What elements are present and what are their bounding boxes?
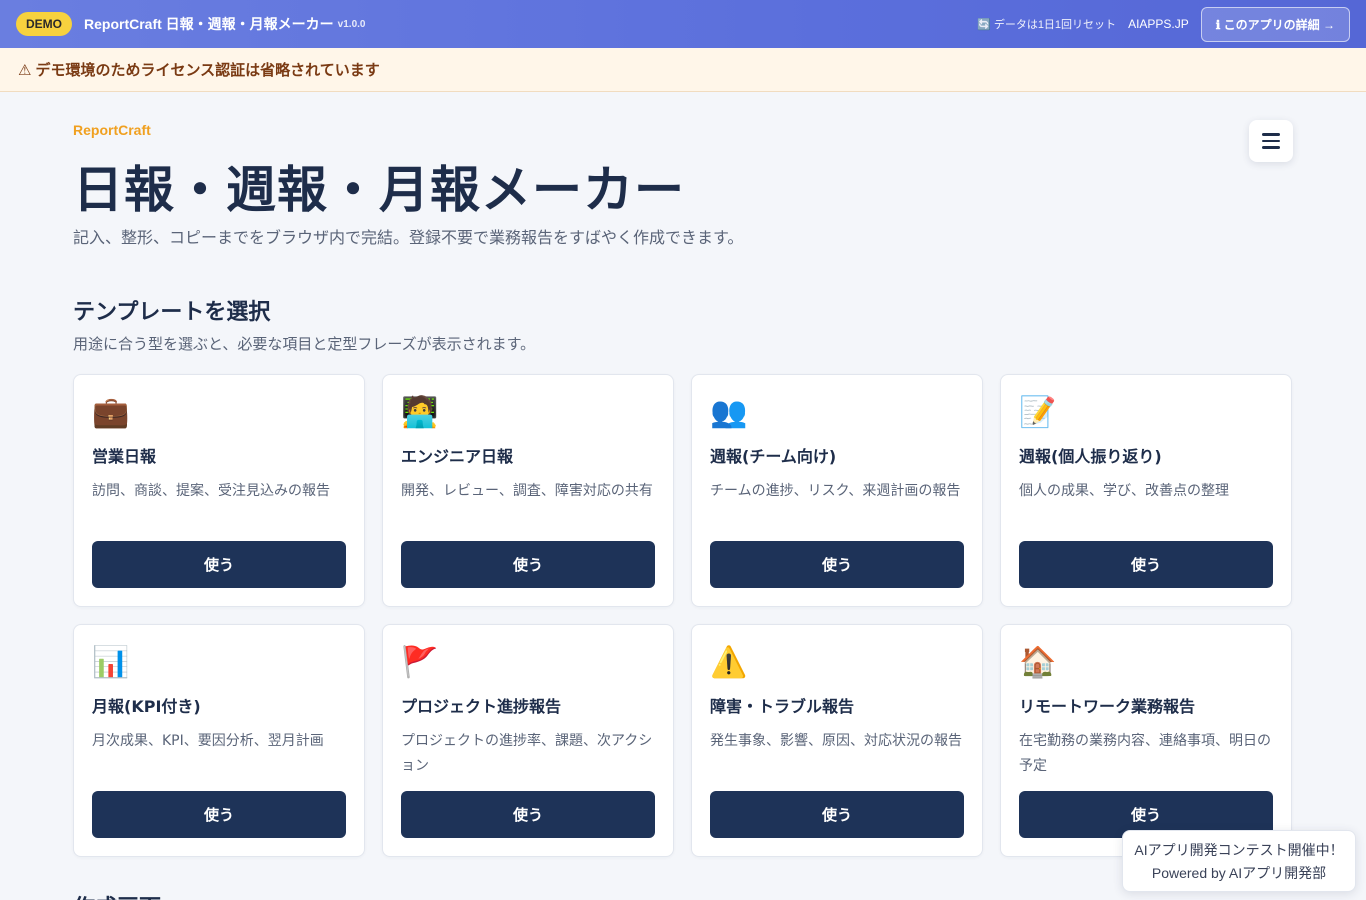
template-card-description: チームの進捗、リスク、来週計画の報告 (710, 483, 961, 499)
app-title: ReportCraft 日報・週報・月報メーカー (84, 16, 334, 32)
template-card-team-weekly: 👥 週報(チーム向け) チームの進捗、リスク、来週計画の報告 使う (691, 374, 983, 607)
page-subtitle: 記入、整形、コピーまでをブラウザ内で完結。登録不要で業務報告をすばやく作成できま… (73, 228, 744, 247)
reset-note: 🔄 データは1日1回リセット (977, 19, 1117, 31)
topbar-right: 🔄 データは1日1回リセット AIAPPS.JP ℹ このアプリの詳細 → (977, 6, 1350, 42)
demo-badge: DEMO (16, 12, 72, 36)
template-card-title: 営業日報 (92, 447, 157, 466)
technologist-icon: 🧑‍💻 (401, 395, 439, 430)
brand-label: ReportCraft (73, 122, 151, 138)
use-template-button[interactable]: 使う (92, 791, 346, 838)
people-icon: 👥 (710, 395, 748, 430)
template-card-description: 月次成果、KPI、要因分析、翌月計画 (92, 733, 324, 749)
template-card-sales-daily: 💼 営業日報 訪問、商談、提案、受注見込みの報告 使う (73, 374, 365, 607)
bar-chart-icon: 📊 (92, 645, 130, 680)
contest-banner[interactable]: AIアプリ開発コンテスト開催中！ Powered by AIアプリ開発部 (1122, 830, 1356, 892)
template-card-engineer-daily: 🧑‍💻 エンジニア日報 開発、レビュー、調査、障害対応の共有 使う (382, 374, 674, 607)
memo-icon: 📝 (1019, 395, 1057, 430)
app-version: v1.0.0 (337, 18, 366, 30)
house-icon: 🏠 (1019, 645, 1057, 680)
use-template-button[interactable]: 使う (401, 791, 655, 838)
template-card-title: リモートワーク業務報告 (1019, 697, 1196, 716)
template-card-project-progress: 🚩 プロジェクト進捗報告 プロジェクトの進捗率、課題、次アクション 使う (382, 624, 674, 857)
template-grid: 💼 営業日報 訪問、商談、提案、受注見込みの報告 使う 🧑‍💻 エンジニア日報 … (73, 374, 1293, 857)
demo-notice: ⚠ デモ環境のためライセンス認証は省略されています (0, 48, 1366, 92)
top-bar: DEMO ReportCraft 日報・週報・月報メーカー v1.0.0 🔄 デ… (0, 0, 1366, 48)
template-card-title: プロジェクト進捗報告 (401, 697, 562, 716)
template-card-personal-weekly: 📝 週報(個人振り返り) 個人の成果、学び、改善点の整理 使う (1000, 374, 1292, 607)
template-card-incident-report: ⚠️ 障害・トラブル報告 発生事象、影響、原因、対応状況の報告 使う (691, 624, 983, 857)
template-card-monthly-kpi: 📊 月報(KPI付き) 月次成果、KPI、要因分析、翌月計画 使う (73, 624, 365, 857)
notice-text: デモ環境のためライセンス認証は省略されています (35, 61, 380, 79)
template-card-remote-work: 🏠 リモートワーク業務報告 在宅勤務の業務内容、連絡事項、明日の予定 使う (1000, 624, 1292, 857)
hamburger-icon (1262, 133, 1280, 136)
briefcase-icon: 💼 (92, 395, 130, 430)
template-card-description: 個人の成果、学び、改善点の整理 (1019, 483, 1229, 499)
template-section-description: 用途に合う型を選ぶと、必要な項目と定型フレーズが表示されます。 (73, 335, 536, 353)
use-template-button[interactable]: 使う (401, 541, 655, 588)
template-card-description: 発生事象、影響、原因、対応状況の報告 (710, 733, 962, 749)
contest-banner-line1: AIアプリ開発コンテスト開催中！ (1134, 842, 1344, 858)
template-card-title: 障害・トラブル報告 (710, 697, 855, 716)
template-card-title: 月報(KPI付き) (92, 697, 201, 716)
warning-icon: ⚠ (18, 60, 32, 79)
template-card-title: エンジニア日報 (401, 447, 514, 466)
page-title: 日報・週報・月報メーカー (73, 161, 685, 219)
hamburger-icon-line (1262, 139, 1280, 143)
use-template-button[interactable]: 使う (1019, 541, 1273, 588)
template-section-title: テンプレートを選択 (73, 300, 271, 325)
site-link[interactable]: AIAPPS.JP (1128, 17, 1189, 31)
template-card-description: 訪問、商談、提案、受注見込みの報告 (92, 483, 330, 499)
template-card-description: 開発、レビュー、調査、障害対応の共有 (401, 483, 653, 499)
use-template-button[interactable]: 使う (710, 791, 964, 838)
use-template-button[interactable]: 使う (710, 541, 964, 588)
hamburger-icon-line (1262, 146, 1280, 149)
template-card-description: 在宅勤務の業務内容、連絡事項、明日の予定 (1019, 733, 1271, 774)
hamburger-menu-button[interactable] (1249, 120, 1293, 162)
template-card-title: 週報(チーム向け) (710, 447, 837, 466)
flag-icon: 🚩 (401, 645, 439, 680)
contest-banner-line2: Powered by AIアプリ開発部 (1151, 865, 1327, 881)
app-detail-button[interactable]: ℹ このアプリの詳細 → (1200, 6, 1350, 42)
template-card-title: 週報(個人振り返り) (1019, 447, 1162, 466)
use-template-button[interactable]: 使う (92, 541, 346, 588)
editor-section-title: 作成画面 (73, 890, 161, 900)
template-card-description: プロジェクトの進捗率、課題、次アクション (401, 733, 653, 774)
warning-icon: ⚠️ (710, 645, 748, 680)
